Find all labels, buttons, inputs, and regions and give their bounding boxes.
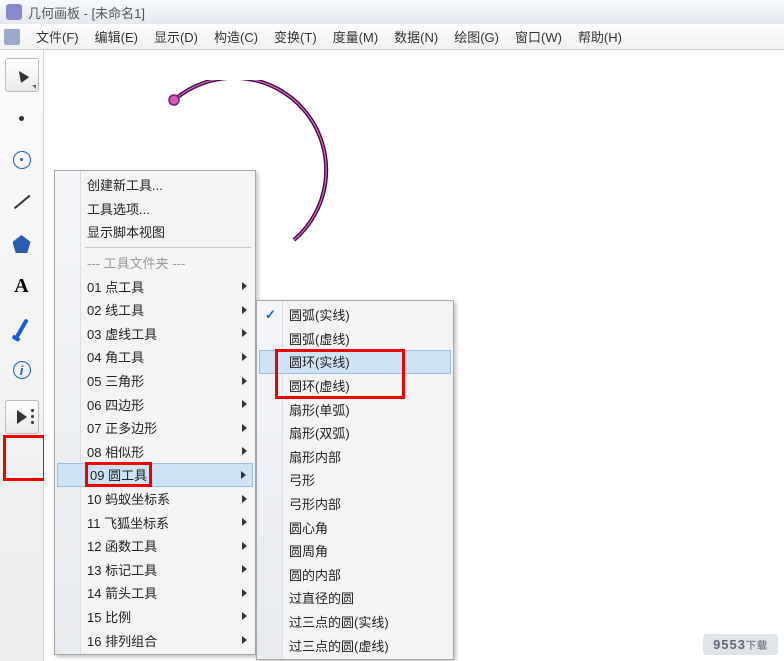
text-a-icon: A — [14, 275, 28, 298]
menu-tool-options[interactable]: 工具选项... — [57, 197, 253, 221]
submenu-arrow-icon — [242, 518, 247, 526]
menu-14-arrow-tools[interactable]: 14 箭头工具 — [57, 581, 253, 605]
menu-11-feihu-coord[interactable]: 11 飞狐坐标系 — [57, 510, 253, 534]
window-title: 几何画板 - [未命名1] — [28, 3, 145, 22]
circle-tool-button[interactable] — [5, 144, 39, 176]
submenu-arrow-icon — [242, 589, 247, 597]
document-icon — [4, 29, 20, 45]
menu-graph[interactable]: 绘图(G) — [446, 27, 507, 46]
menu-show-script-view[interactable]: 显示脚本视图 — [57, 220, 253, 244]
line-icon — [13, 195, 29, 209]
menu-separator — [85, 247, 251, 248]
submenu-circle-3pts-solid[interactable]: 过三点的圆(实线) — [259, 610, 451, 634]
menu-create-new-tool[interactable]: 创建新工具... — [57, 173, 253, 197]
submenu-central-angle[interactable]: 圆心角 — [259, 515, 451, 539]
pen-icon — [15, 318, 28, 337]
submenu-circle-3pts-dashed[interactable]: 过三点的圆(虚线) — [259, 633, 451, 657]
polygon-tool-button[interactable] — [5, 228, 39, 260]
info-tool-button[interactable]: i — [5, 354, 39, 386]
submenu-arc-solid[interactable]: ✓圆弧(实线) — [259, 303, 451, 327]
arrow-icon — [14, 68, 29, 83]
submenu-arrow-icon — [242, 400, 247, 408]
vertical-toolbar: A i — [0, 50, 44, 661]
custom-tool-button[interactable] — [5, 400, 39, 434]
circle-tools-submenu: ✓圆弧(实线) 圆弧(虚线) 圆环(实线) 圆环(虚线) 扇形(单弧) 扇形(双… — [256, 300, 454, 660]
info-icon: i — [13, 361, 31, 379]
submenu-sector-interior[interactable]: 扇形内部 — [259, 445, 451, 469]
marker-tool-button[interactable] — [5, 312, 39, 344]
submenu-arrow-icon — [241, 471, 246, 479]
submenu-arrow-icon — [242, 377, 247, 385]
line-tool-button[interactable] — [5, 186, 39, 218]
submenu-arrow-icon — [242, 636, 247, 644]
submenu-arrow-icon — [242, 353, 247, 361]
watermark: 9553下载 — [703, 634, 778, 655]
text-tool-button[interactable]: A — [5, 270, 39, 302]
menu-01-point-tools[interactable]: 01 点工具 — [57, 274, 253, 298]
menu-13-mark-tools[interactable]: 13 标记工具 — [57, 558, 253, 582]
menu-16-permutation[interactable]: 16 排列组合 — [57, 628, 253, 652]
submenu-arrow-icon — [242, 329, 247, 337]
submenu-ring-dashed[interactable]: 圆环(虚线) — [259, 374, 451, 398]
submenu-arrow-icon — [242, 565, 247, 573]
submenu-inscribed-angle[interactable]: 圆周角 — [259, 539, 451, 563]
submenu-ring-solid[interactable]: 圆环(实线) — [259, 350, 451, 374]
app-icon — [6, 4, 22, 20]
menu-08-similar-shapes[interactable]: 08 相似形 — [57, 440, 253, 464]
menu-edit[interactable]: 编辑(E) — [87, 27, 146, 46]
arrow-tool-button[interactable] — [5, 58, 39, 92]
submenu-arrow-icon — [242, 612, 247, 620]
submenu-circle-diameter[interactable]: 过直径的圆 — [259, 586, 451, 610]
menu-05-triangle[interactable]: 05 三角形 — [57, 369, 253, 393]
menu-tool-folder-header: --- 工具文件夹 --- — [57, 251, 253, 275]
menu-04-angle-tools[interactable]: 04 角工具 — [57, 345, 253, 369]
point-tool-button[interactable] — [5, 102, 39, 134]
menu-12-function-tools[interactable]: 12 函数工具 — [57, 534, 253, 558]
submenu-segment[interactable]: 弓形 — [259, 468, 451, 492]
check-icon: ✓ — [265, 307, 276, 323]
menu-help[interactable]: 帮助(H) — [570, 27, 630, 46]
submenu-arc-dashed[interactable]: 圆弧(虚线) — [259, 327, 451, 351]
menu-data[interactable]: 数据(N) — [386, 27, 446, 46]
dot-icon — [19, 116, 24, 121]
submenu-arrow-icon — [242, 282, 247, 290]
menu-bar: 文件(F) 编辑(E) 显示(D) 构造(C) 变换(T) 度量(M) 数据(N… — [0, 24, 784, 50]
submenu-sector-single[interactable]: 扇形(单弧) — [259, 397, 451, 421]
menu-window[interactable]: 窗口(W) — [507, 27, 570, 46]
submenu-sector-double[interactable]: 扇形(双弧) — [259, 421, 451, 445]
menu-display[interactable]: 显示(D) — [146, 27, 206, 46]
custom-tool-menu: 创建新工具... 工具选项... 显示脚本视图 --- 工具文件夹 --- 01… — [54, 170, 256, 655]
submenu-circle-interior[interactable]: 圆的内部 — [259, 563, 451, 587]
menu-09-circle-tools[interactable]: 09 圆工具 — [57, 463, 253, 487]
menu-07-regular-polygon[interactable]: 07 正多边形 — [57, 416, 253, 440]
submenu-arrow-icon — [242, 495, 247, 503]
submenu-arrow-icon — [242, 447, 247, 455]
menu-transform[interactable]: 变换(T) — [266, 27, 325, 46]
pentagon-icon — [13, 235, 31, 253]
title-bar: 几何画板 - [未命名1] — [0, 0, 784, 24]
submenu-arrow-icon — [242, 424, 247, 432]
dots-icon — [31, 409, 34, 424]
submenu-arrow-icon — [242, 306, 247, 314]
play-icon — [17, 410, 27, 424]
circle-icon — [13, 151, 31, 169]
menu-measure[interactable]: 度量(M) — [325, 27, 387, 46]
menu-file[interactable]: 文件(F) — [28, 27, 87, 46]
submenu-arrow-icon — [242, 542, 247, 550]
menu-15-ratio[interactable]: 15 比例 — [57, 605, 253, 629]
menu-03-dashed-tools[interactable]: 03 虚线工具 — [57, 322, 253, 346]
menu-02-line-tools[interactable]: 02 线工具 — [57, 298, 253, 322]
menu-06-quadrilateral[interactable]: 06 四边形 — [57, 392, 253, 416]
dropdown-marker-icon — [32, 85, 36, 89]
menu-10-ant-coord[interactable]: 10 蚂蚁坐标系 — [57, 487, 253, 511]
menu-construct[interactable]: 构造(C) — [206, 27, 266, 46]
submenu-segment-interior[interactable]: 弓形内部 — [259, 492, 451, 516]
